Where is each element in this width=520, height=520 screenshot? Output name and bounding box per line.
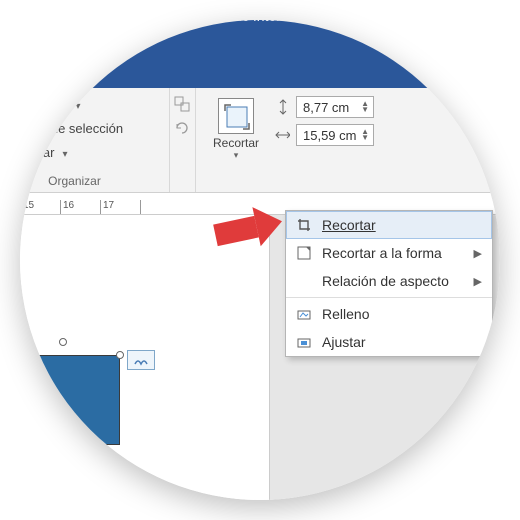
align-label: Alinear bbox=[20, 145, 54, 160]
selection-pane-button[interactable]: Panel de selección bbox=[20, 118, 161, 138]
share-label: Compartir bbox=[467, 52, 500, 68]
chevron-down-icon bbox=[73, 97, 80, 112]
ruler-tick: 15 bbox=[20, 200, 60, 214]
align-button[interactable]: Alinear bbox=[20, 142, 161, 162]
fill-icon bbox=[296, 306, 312, 322]
height-value: 8,77 cm bbox=[303, 100, 349, 115]
selected-image[interactable] bbox=[20, 355, 120, 445]
document-title: Solvetic Internet bbox=[200, 20, 300, 24]
crop-split-button[interactable]: Recortar ▾ bbox=[206, 96, 266, 190]
group-button[interactable] bbox=[174, 94, 191, 114]
ribbon: viar atrás Panel de selección Alinear bbox=[20, 88, 500, 193]
menu-item-crop[interactable]: Recortar bbox=[286, 211, 492, 239]
height-icon bbox=[274, 99, 290, 115]
crop-shape-icon bbox=[296, 245, 312, 261]
organize-group-label: Organizar bbox=[20, 174, 169, 188]
width-input[interactable]: 15,59 cm ▲▼ bbox=[296, 124, 374, 146]
menu-crop-shape-label: Recortar a la forma bbox=[322, 245, 442, 261]
width-icon bbox=[274, 127, 290, 143]
spinner-arrows[interactable]: ▲▼ bbox=[361, 129, 369, 141]
menu-separator bbox=[286, 297, 492, 298]
window-titlebar: Solvetic Internet bbox=[20, 20, 500, 42]
group-icon bbox=[174, 96, 190, 112]
layout-options-icon bbox=[133, 354, 149, 366]
menu-item-crop-to-shape[interactable]: Recortar a la forma ▶ bbox=[286, 239, 492, 267]
rotate-icon bbox=[174, 120, 190, 136]
rotate-column bbox=[170, 88, 196, 192]
ruler-tick bbox=[140, 200, 180, 214]
crop-button-label: Recortar bbox=[213, 136, 259, 150]
menu-fit-label: Ajustar bbox=[322, 334, 366, 350]
ruler-tick: 16 bbox=[60, 200, 100, 214]
submenu-arrow-icon: ▶ bbox=[474, 275, 482, 288]
ruler-tick: 17 bbox=[100, 200, 140, 214]
organize-group: viar atrás Panel de selección Alinear bbox=[20, 88, 170, 192]
send-backward-label: viar atrás bbox=[20, 97, 67, 112]
layout-options-button[interactable] bbox=[127, 350, 155, 370]
selection-pane-label: Panel de selección bbox=[20, 121, 123, 136]
menu-item-fill[interactable]: Relleno bbox=[286, 300, 492, 328]
crop-dropdown-menu: Recortar Recortar a la forma ▶ Relación … bbox=[285, 210, 493, 357]
rotate-handle[interactable] bbox=[59, 338, 67, 346]
menu-crop-label: Recortar bbox=[322, 217, 376, 233]
menu-item-aspect-ratio[interactable]: Relación de aspecto ▶ bbox=[286, 267, 492, 295]
chevron-down-icon bbox=[60, 145, 67, 160]
crop-icon bbox=[296, 217, 312, 233]
fit-icon bbox=[296, 334, 312, 350]
height-input[interactable]: 8,77 cm ▲▼ bbox=[296, 96, 374, 118]
resize-handle[interactable] bbox=[116, 351, 124, 359]
share-button[interactable]: Compartir bbox=[445, 52, 500, 68]
size-group: Recortar ▾ 8,77 cm ▲▼ 15,59 cm bbox=[196, 88, 384, 192]
ribbon-tab-band: Compartir bbox=[20, 42, 500, 88]
minimize-button[interactable] bbox=[494, 20, 500, 42]
page-area[interactable] bbox=[20, 215, 270, 500]
menu-fill-label: Relleno bbox=[322, 306, 369, 322]
ribbon-display-options-button[interactable] bbox=[448, 20, 494, 42]
menu-aspect-label: Relación de aspecto bbox=[322, 273, 449, 289]
menu-item-fit[interactable]: Ajustar bbox=[286, 328, 492, 356]
submenu-arrow-icon: ▶ bbox=[474, 247, 482, 260]
user-icon bbox=[445, 52, 461, 68]
width-value: 15,59 cm bbox=[303, 128, 356, 143]
crop-icon bbox=[218, 98, 254, 134]
rotate-button[interactable] bbox=[174, 118, 191, 138]
send-backward-button[interactable]: viar atrás bbox=[20, 94, 161, 114]
spinner-arrows[interactable]: ▲▼ bbox=[361, 101, 369, 113]
